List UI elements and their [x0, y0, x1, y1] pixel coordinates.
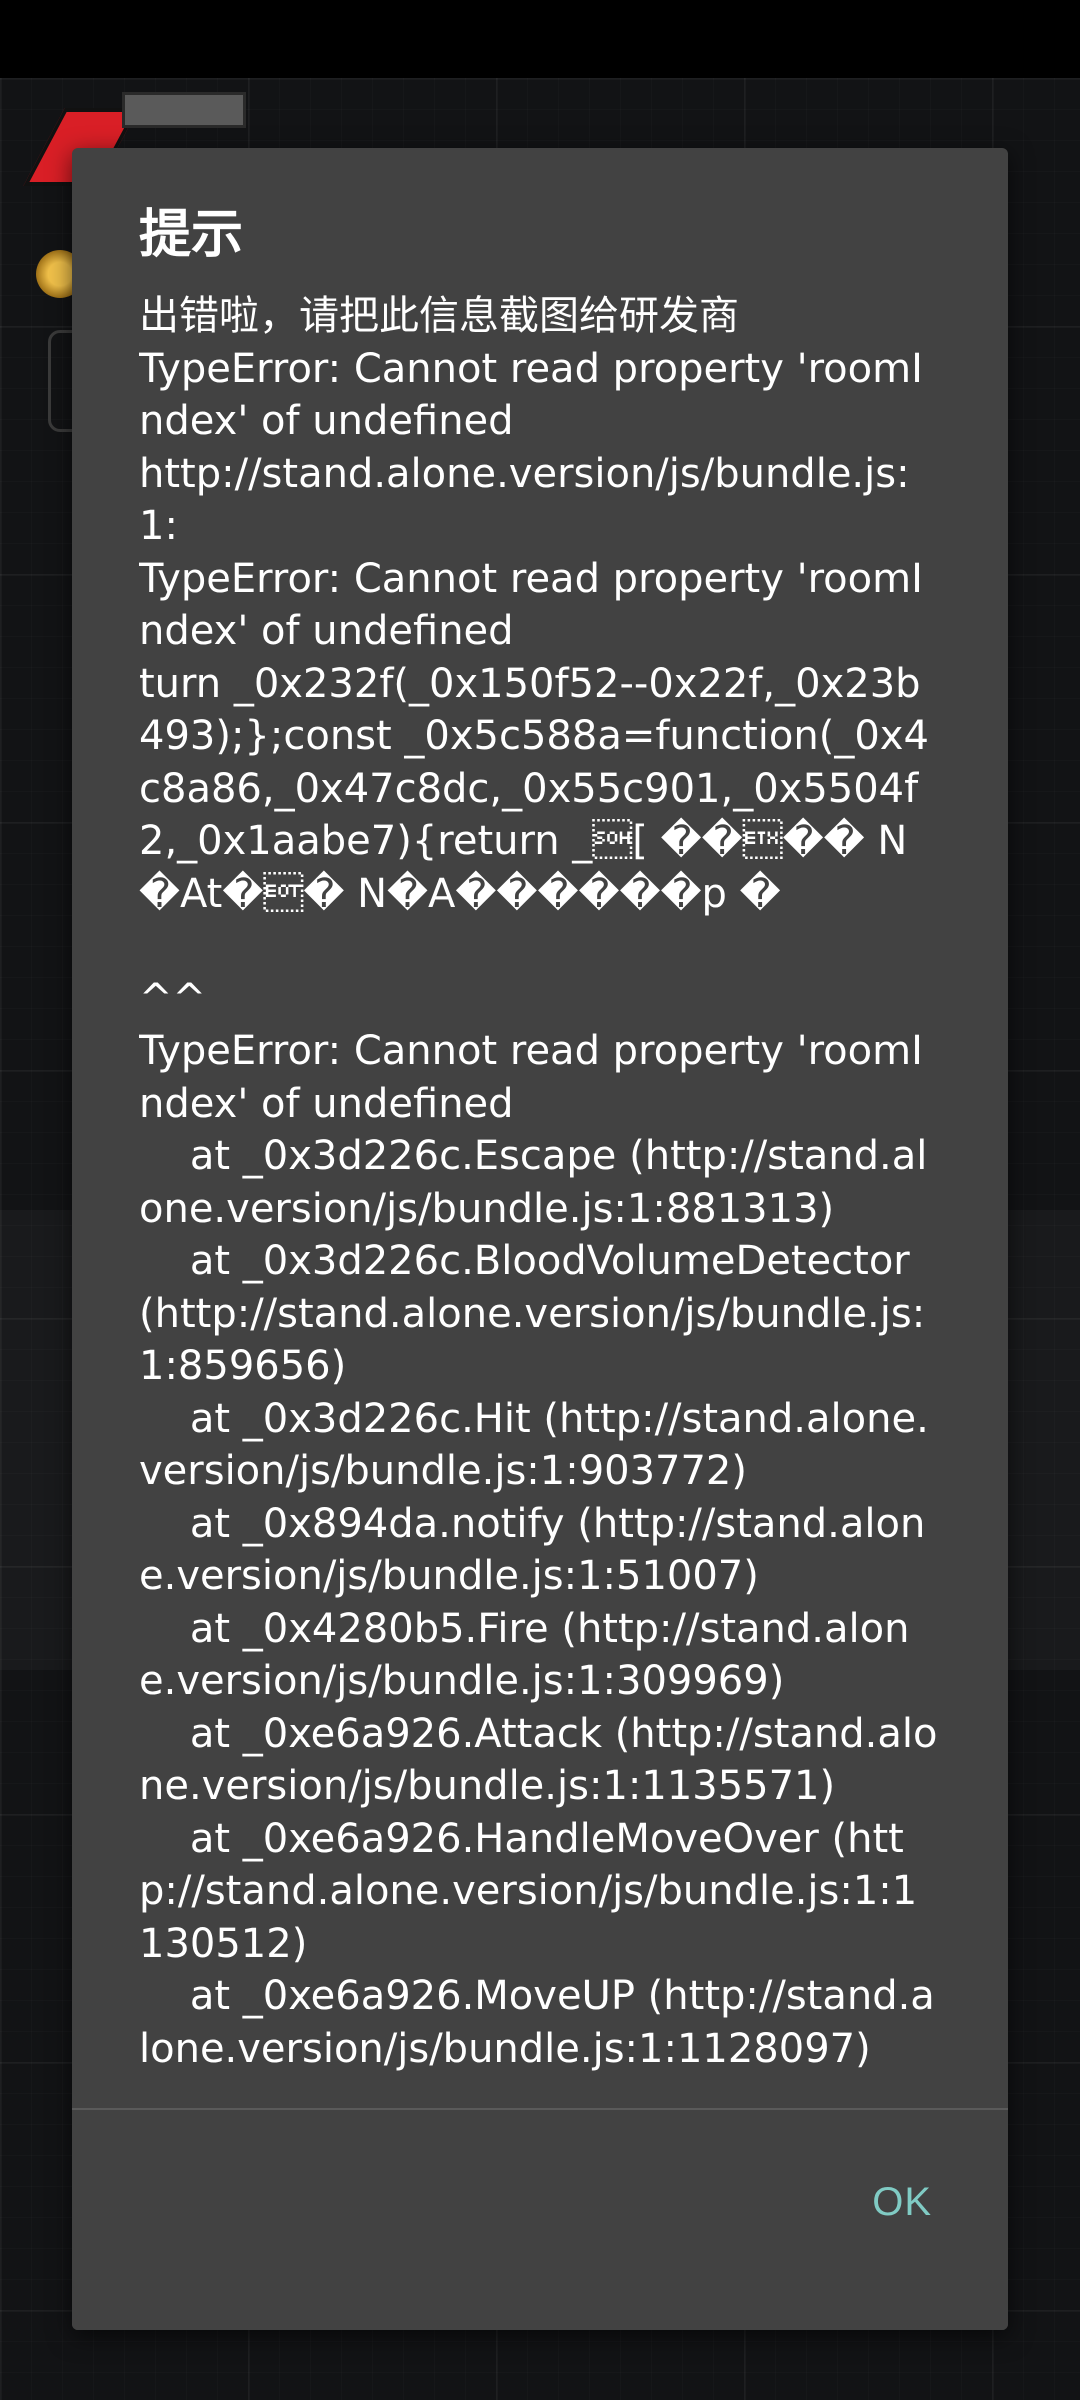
status-bar	[0, 0, 1080, 78]
error-message: 出错啦，请把此信息截图给研发商 TypeError: Cannot read p…	[139, 293, 938, 2072]
dialog-title: 提示	[139, 205, 244, 265]
dialog-footer: OK	[72, 2110, 1008, 2330]
health-bar	[122, 92, 246, 128]
ok-button[interactable]: OK	[856, 2170, 948, 2235]
screen: 提示 出错啦，请把此信息截图给研发商 TypeError: Cannot rea…	[0, 0, 1080, 2400]
error-dialog: 提示 出错啦，请把此信息截图给研发商 TypeError: Cannot rea…	[72, 148, 1008, 2330]
